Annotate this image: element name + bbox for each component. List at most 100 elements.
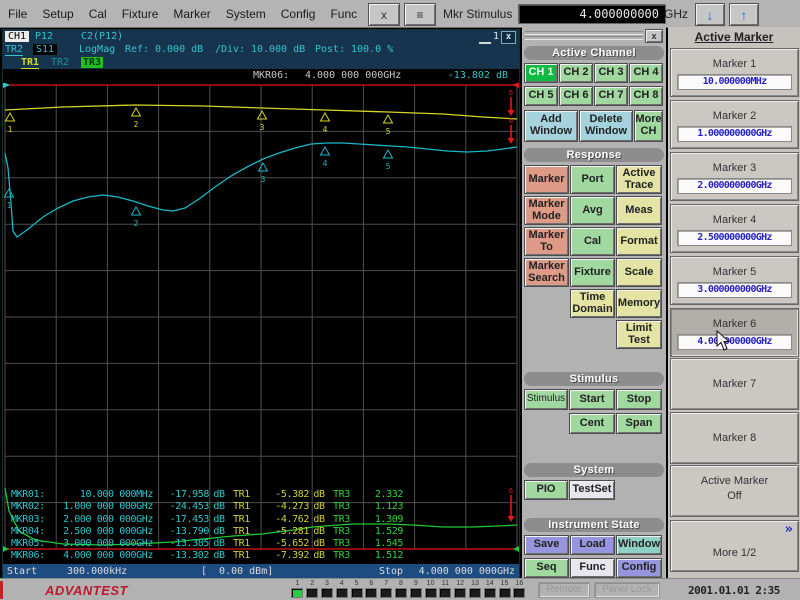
load-button[interactable]: Load: [570, 535, 615, 555]
yellow-marker-1-number: 1: [8, 125, 13, 134]
menu-config[interactable]: Config: [281, 7, 316, 21]
mkr-readout-freq: 4.000 000 000GHz: [305, 70, 401, 81]
tab-tr2[interactable]: TR2: [51, 57, 69, 68]
window-button[interactable]: Window: [616, 535, 662, 555]
ch-button-7[interactable]: CH 7: [594, 86, 628, 106]
marker-1-key[interactable]: Marker 110.000000MHz: [670, 48, 799, 97]
pio-button[interactable]: PIO: [524, 480, 568, 500]
resp-marker-search[interactable]: Marker Search: [524, 258, 569, 287]
tab-tr3[interactable]: TR3: [81, 57, 103, 68]
led-number: 15: [497, 579, 512, 587]
active-marker-off-key[interactable]: Active Marker Off: [670, 465, 799, 517]
marker-7-key[interactable]: Marker 7: [670, 358, 799, 410]
ch-button-4[interactable]: CH 4: [629, 63, 663, 83]
ch-button-2[interactable]: CH 2: [559, 63, 593, 83]
ch-button-5[interactable]: CH 5: [524, 86, 558, 106]
sparam-label: S11: [33, 44, 57, 55]
step-down-button[interactable]: ↓: [695, 3, 725, 26]
menu-system[interactable]: System: [226, 7, 266, 21]
menu-cal[interactable]: Cal: [89, 7, 107, 21]
menu-func[interactable]: Func: [330, 7, 357, 21]
stimulus-button[interactable]: Stimulus: [524, 389, 568, 410]
more-ch-button[interactable]: More CH: [634, 110, 663, 142]
func-button[interactable]: Func: [570, 558, 615, 578]
more-key-label: More 1/2: [671, 521, 798, 559]
resp-format[interactable]: Format: [616, 227, 662, 256]
marker-6-key[interactable]: Marker 64.000000000GHz: [670, 308, 799, 357]
mt-v1: -24.453: [153, 501, 209, 513]
resp-memory[interactable]: Memory: [616, 289, 662, 318]
menu-file[interactable]: File: [8, 7, 27, 21]
marker-sidebar: Active Marker Active Marker Off » More 1…: [668, 27, 800, 578]
marker-3-key[interactable]: Marker 32.000000000GHz: [670, 152, 799, 201]
more-pages-key[interactable]: » More 1/2: [670, 520, 799, 572]
mt-v3: 1.309: [359, 514, 403, 526]
menu-fixture[interactable]: Fixture: [122, 7, 159, 21]
start-value: 300.000kHz: [67, 566, 127, 577]
resp-scale[interactable]: Scale: [616, 258, 662, 287]
ch-button-3[interactable]: CH 3: [594, 63, 628, 83]
mkr-stimulus-input[interactable]: [518, 4, 666, 24]
resp-avg[interactable]: Avg: [570, 196, 615, 225]
led-cell-14: 14: [482, 579, 497, 598]
menu-setup[interactable]: Setup: [42, 7, 73, 21]
mt-t2: TR3: [329, 538, 359, 550]
yellow-marker-4-icon: [321, 113, 330, 121]
ref-label: Ref:: [125, 44, 149, 55]
div-label: /Div:: [215, 44, 245, 55]
list-icon[interactable]: ≡: [404, 3, 436, 26]
add-window-button[interactable]: Add Window: [524, 110, 578, 142]
marker-4-key[interactable]: Marker 42.500000000GHz: [670, 204, 799, 253]
resp-marker[interactable]: Marker: [524, 165, 569, 194]
seq-button[interactable]: Seq: [524, 558, 569, 578]
close-button[interactable]: x: [368, 3, 400, 26]
resp-marker-mode[interactable]: Marker Mode: [524, 196, 569, 225]
mt-t1: TR1: [229, 538, 259, 550]
ch-button-6[interactable]: CH 6: [559, 86, 593, 106]
cent-button[interactable]: Cent: [569, 413, 615, 434]
unit-label: GHz: [664, 7, 688, 21]
ch-button-8[interactable]: CH 8: [629, 86, 663, 106]
trace-markers: 1234512345666: [5, 89, 515, 522]
panel-close-icon[interactable]: x: [645, 29, 663, 43]
tab-tr1[interactable]: TR1: [21, 57, 39, 69]
resp-cal[interactable]: Cal: [570, 227, 615, 256]
mt-freq: 3.000 000 000GHz: [51, 538, 153, 550]
led-indicator-13: [469, 588, 481, 598]
resp-fixture[interactable]: Fixture: [570, 258, 615, 287]
resp-time-domain[interactable]: Time Domain: [570, 289, 615, 318]
testset-button[interactable]: TestSet: [569, 480, 615, 500]
stop-button[interactable]: Stop: [616, 389, 662, 410]
resp-active-trace[interactable]: Active Trace: [616, 165, 662, 194]
post-value: 100.0 %: [351, 44, 393, 55]
delete-window-button[interactable]: Delete Window: [579, 110, 633, 142]
mt-v1: -17.453: [153, 514, 209, 526]
start-button[interactable]: Start: [569, 389, 615, 410]
resp-marker-to[interactable]: Marker To: [524, 227, 569, 256]
marker-2-key[interactable]: Marker 21.000000000GHz: [670, 100, 799, 149]
mt-u2: dB: [309, 550, 329, 562]
step-up-button[interactable]: ↑: [729, 3, 759, 26]
marker-2-label: Marker 2: [671, 101, 798, 122]
mt-v2: -5.652: [259, 538, 309, 550]
marker-4-label: Marker 4: [671, 205, 798, 226]
marker-5-key[interactable]: Marker 53.000000000GHz: [670, 256, 799, 305]
yellow-marker-4-number: 4: [323, 125, 328, 134]
menu-marker[interactable]: Marker: [173, 7, 210, 21]
panel-titlebar[interactable]: x: [522, 27, 666, 44]
section-stimulus: Stimulus: [524, 372, 664, 386]
save-button[interactable]: Save: [524, 535, 569, 555]
resp-meas[interactable]: Meas: [616, 196, 662, 225]
resp-limit-test[interactable]: Limit Test: [616, 320, 662, 349]
active-marker-arrowhead-icon: [508, 138, 515, 144]
resp-port[interactable]: Port: [570, 165, 615, 194]
active-trace-label[interactable]: TR2: [5, 44, 23, 56]
mt-freq: 10.000 000MHz: [51, 489, 153, 501]
mt-freq: 4.000 000 000GHz: [51, 550, 153, 562]
led-number: 9: [408, 579, 423, 587]
config-button[interactable]: Config: [616, 558, 662, 578]
mt-v2: -4.762: [259, 514, 309, 526]
span-button[interactable]: Span: [616, 413, 662, 434]
marker-8-key[interactable]: Marker 8: [670, 412, 799, 464]
ch-button-1[interactable]: CH 1: [524, 63, 558, 83]
